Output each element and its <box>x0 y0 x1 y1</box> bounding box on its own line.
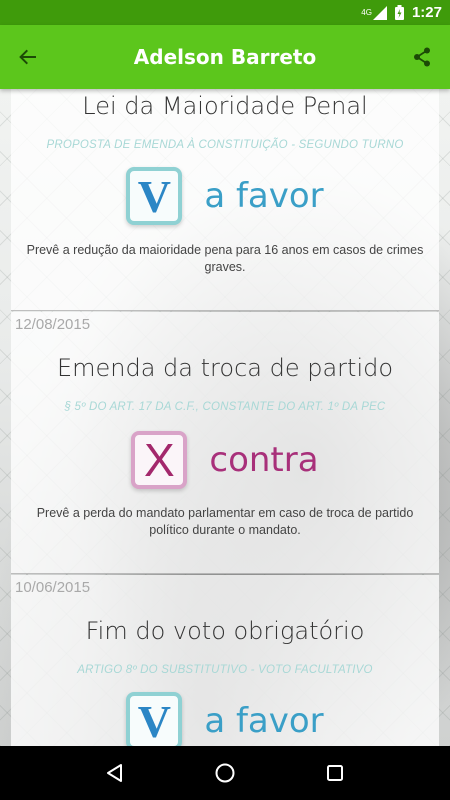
navigation-bar <box>0 746 450 800</box>
status-bar: 4G 1:27 <box>0 0 450 25</box>
triangle-back-icon <box>107 764 122 782</box>
law-description: Prevê a redução da maioridade pena para … <box>26 243 424 274</box>
vote-favor-icon: V <box>126 167 183 225</box>
signal-icon: 4G <box>361 5 387 20</box>
law-description: Prevê a perda do mandato parlamentar em … <box>36 506 414 537</box>
battery-icon <box>394 5 404 20</box>
nav-back-button[interactable] <box>95 753 135 793</box>
share-icon <box>414 47 430 67</box>
network-type: 4G <box>361 8 372 17</box>
nav-home-button[interactable] <box>205 753 245 793</box>
vote-letter: X <box>144 434 175 486</box>
law-title: Fim do voto obrigatório <box>85 617 365 645</box>
vote-date: 10/06/2015 <box>15 579 91 596</box>
vote-letter: V <box>137 695 171 747</box>
vote-row: V a favor <box>11 689 439 746</box>
vote-row: X contra <box>11 428 439 492</box>
page-title: Adelson Barreto <box>133 45 317 69</box>
vote-letter: V <box>137 170 171 222</box>
share-button[interactable] <box>394 25 450 89</box>
back-button[interactable] <box>0 25 56 89</box>
vote-card[interactable]: Lei da Maioridade Penal PROPOSTA DE EMEN… <box>11 89 439 311</box>
clock: 1:27 <box>411 4 442 21</box>
vote-label: a favor <box>204 701 324 741</box>
vote-row: V a favor <box>11 164 439 228</box>
vote-card[interactable]: 12/08/2015 Emenda da troca de partido § … <box>11 312 439 574</box>
app-bar: Adelson Barreto <box>0 25 450 89</box>
circle-home-icon <box>215 763 235 783</box>
law-subtitle: PROPOSTA DE EMENDA À CONSTITUIÇÃO - SEGU… <box>46 139 404 151</box>
law-title: Emenda da troca de partido <box>56 354 394 382</box>
vote-label: contra <box>209 440 319 480</box>
vote-contra-icon: X <box>131 431 188 489</box>
vote-list[interactable]: Lei da Maioridade Penal PROPOSTA DE EMEN… <box>0 89 450 746</box>
arrow-back-icon <box>19 49 36 65</box>
nav-recents-button[interactable] <box>315 753 355 793</box>
square-recents-icon <box>327 765 343 781</box>
vote-card[interactable]: 10/06/2015 Fim do voto obrigatório ARTIG… <box>11 575 439 746</box>
law-subtitle: ARTIGO 8º DO SUBSTITUTIVO - VOTO FACULTA… <box>77 664 373 676</box>
vote-label: a favor <box>204 176 324 216</box>
vote-favor-icon: V <box>126 692 183 747</box>
vote-date: 12/08/2015 <box>15 316 91 333</box>
law-title: Lei da Maioridade Penal <box>82 92 368 120</box>
law-subtitle: § 5º DO ART. 17 DA C.F., CONSTANTE DO AR… <box>64 401 386 413</box>
